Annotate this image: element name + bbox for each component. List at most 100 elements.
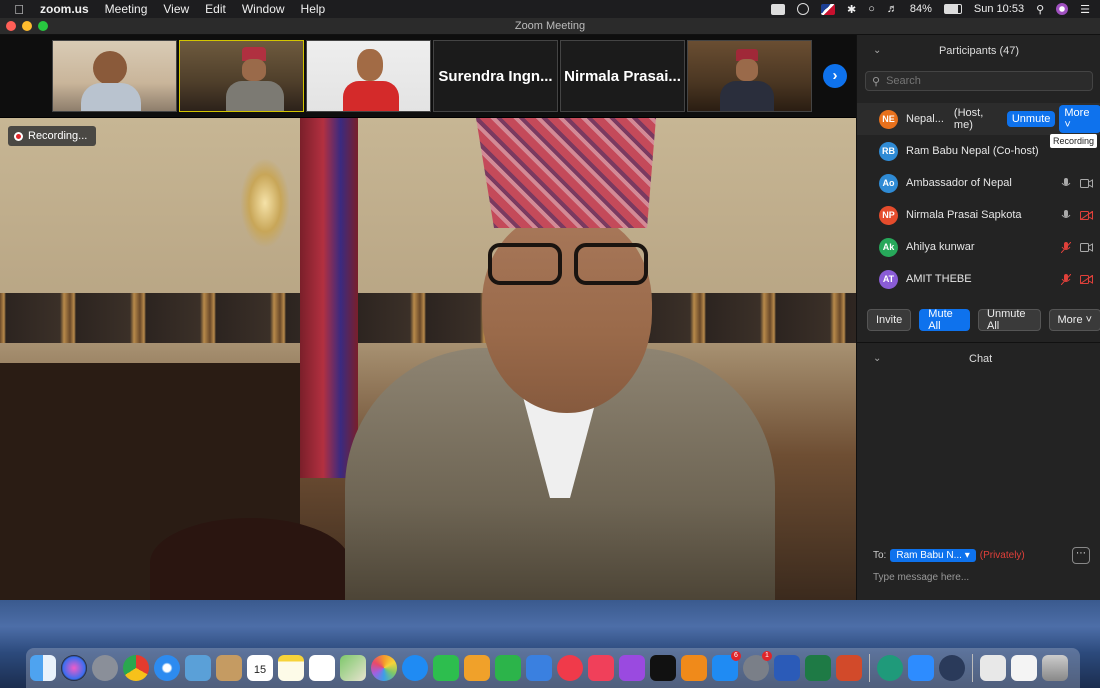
collapse-chat-icon[interactable]: ⌄ — [873, 353, 881, 364]
chrome-icon[interactable] — [123, 655, 149, 681]
video-camera-icon[interactable] — [1080, 243, 1093, 252]
zoom-status-icon[interactable] — [771, 3, 785, 15]
finder-icon[interactable] — [30, 655, 56, 681]
word-icon[interactable] — [774, 655, 800, 681]
bluetooth-icon[interactable]: ✱ — [847, 3, 856, 16]
participant-row[interactable]: AT AMIT THEBE — [857, 263, 1100, 295]
menu-edit[interactable]: Edit — [205, 2, 226, 16]
spotlight-search-icon[interactable]: ⚲ — [1036, 3, 1044, 16]
documents-stack-icon[interactable] — [1011, 655, 1037, 681]
next-page-icon[interactable]: › — [823, 64, 847, 88]
invite-button[interactable]: Invite — [867, 309, 912, 331]
participant-video-body — [343, 81, 399, 111]
participant-row[interactable]: Ao Ambassador of Nepal — [857, 167, 1100, 199]
control-center-icon[interactable]: ☰ — [1080, 3, 1090, 16]
chat-more-icon[interactable]: ⋯ — [1072, 547, 1090, 564]
numbers-icon[interactable] — [495, 655, 521, 681]
music-icon[interactable] — [588, 655, 614, 681]
menu-help[interactable]: Help — [301, 2, 326, 16]
messages-icon[interactable] — [402, 655, 428, 681]
microphone-icon[interactable] — [1061, 210, 1071, 221]
notes-icon[interactable] — [278, 655, 304, 681]
flag-uk-icon[interactable] — [821, 3, 835, 15]
user-icon[interactable] — [1056, 3, 1069, 15]
zoom-app-icon[interactable] — [908, 655, 934, 681]
reminders-icon[interactable] — [309, 655, 335, 681]
unmute-all-button[interactable]: Unmute All — [978, 308, 1041, 332]
participant-row-me[interactable]: NE Nepal... (Host, me) Unmute More ˅ — [857, 103, 1100, 135]
downloads-stack-icon[interactable] — [980, 655, 1006, 681]
participant-name-label: Nirmala Prasai... — [564, 67, 681, 85]
excel-icon[interactable] — [805, 655, 831, 681]
podcasts-icon[interactable] — [619, 655, 645, 681]
news-icon[interactable] — [557, 655, 583, 681]
participant-thumbnail[interactable] — [179, 40, 304, 112]
more-label: More — [1057, 314, 1083, 326]
search-input[interactable] — [884, 74, 1069, 88]
launchpad-icon[interactable] — [92, 655, 118, 681]
active-speaker-video[interactable]: Recording... — [0, 118, 856, 600]
books-icon[interactable] — [681, 655, 707, 681]
participant-name: Ram Babu Nepal (Co-host) — [906, 145, 1039, 157]
video-off-icon[interactable] — [1080, 211, 1093, 220]
safari-icon[interactable] — [154, 655, 180, 681]
sync-icon[interactable] — [797, 3, 809, 15]
camo-icon[interactable] — [877, 655, 903, 681]
contacts-icon[interactable] — [216, 655, 242, 681]
app-store-icon[interactable]: 6 — [712, 651, 741, 681]
menu-view[interactable]: View — [163, 2, 189, 16]
apple-menu-icon[interactable]:  — [10, 2, 28, 17]
system-preferences-icon[interactable]: 1 — [743, 651, 772, 681]
microphone-muted-icon[interactable] — [1061, 242, 1071, 253]
keynote-icon[interactable] — [526, 655, 552, 681]
more-menu-button[interactable]: More ˅ — [1059, 105, 1100, 133]
participant-video-face — [242, 59, 266, 81]
quicktime-icon[interactable] — [939, 655, 965, 681]
pages-icon[interactable] — [464, 655, 490, 681]
participant-thumbnail[interactable]: Nirmala Prasai... — [560, 40, 685, 112]
more-options-button[interactable]: More ˅ — [1048, 309, 1100, 331]
participant-video-body — [226, 81, 284, 111]
powerpoint-icon[interactable] — [836, 655, 862, 681]
speaker-cap — [476, 118, 656, 228]
menu-meeting[interactable]: Meeting — [105, 2, 148, 16]
wifi-icon[interactable]: ○ — [868, 3, 875, 15]
video-off-icon[interactable] — [1080, 275, 1093, 284]
menu-window[interactable]: Window — [242, 2, 285, 16]
video-camera-icon[interactable] — [1080, 179, 1093, 188]
facetime-icon[interactable] — [433, 655, 459, 681]
microphone-icon[interactable] — [1061, 178, 1071, 189]
battery-icon[interactable] — [943, 4, 962, 14]
close-window-button[interactable] — [6, 21, 16, 31]
trash-icon[interactable] — [1042, 655, 1068, 681]
menu-app-name[interactable]: zoom.us — [40, 2, 89, 16]
participant-thumbnail[interactable] — [52, 40, 177, 112]
participant-row[interactable]: Ak Ahilya kunwar — [857, 231, 1100, 263]
participant-list[interactable]: NE Nepal... (Host, me) Unmute More ˅ RB … — [857, 103, 1100, 299]
microphone-muted-icon[interactable] — [1061, 274, 1071, 285]
recording-indicator[interactable]: Recording... — [8, 126, 97, 146]
chat-input[interactable]: Type message here... — [873, 572, 969, 583]
participant-thumbnail[interactable] — [687, 40, 812, 112]
participants-header: ⌄ Participants (47) — [857, 35, 1100, 67]
calendar-icon[interactable]: 15 — [247, 655, 273, 681]
chat-recipient-select[interactable]: Ram Babu N... ▾ — [890, 549, 976, 562]
zoom-window-button[interactable] — [38, 21, 48, 31]
participant-search[interactable]: ⚲ — [865, 71, 1093, 91]
participant-thumbnail[interactable]: Surendra Ingn... — [433, 40, 558, 112]
photos-icon[interactable] — [371, 655, 397, 681]
mute-all-button[interactable]: Mute All — [919, 308, 971, 332]
siri-icon[interactable] — [61, 655, 87, 681]
participant-name: Nirmala Prasai Sapkota — [906, 209, 1022, 221]
maps-icon[interactable] — [340, 655, 366, 681]
participant-thumbnail[interactable] — [306, 40, 431, 112]
collapse-participants-icon[interactable]: ⌄ — [873, 45, 881, 56]
volume-icon[interactable]: ♬ — [887, 3, 898, 15]
clock[interactable]: Sun 10:53 — [974, 3, 1024, 15]
participant-video-body — [720, 81, 774, 111]
minimize-window-button[interactable] — [22, 21, 32, 31]
participant-row[interactable]: NP Nirmala Prasai Sapkota — [857, 199, 1100, 231]
preview-icon[interactable] — [185, 655, 211, 681]
tv-icon[interactable] — [650, 655, 676, 681]
unmute-button[interactable]: Unmute — [1006, 111, 1056, 127]
